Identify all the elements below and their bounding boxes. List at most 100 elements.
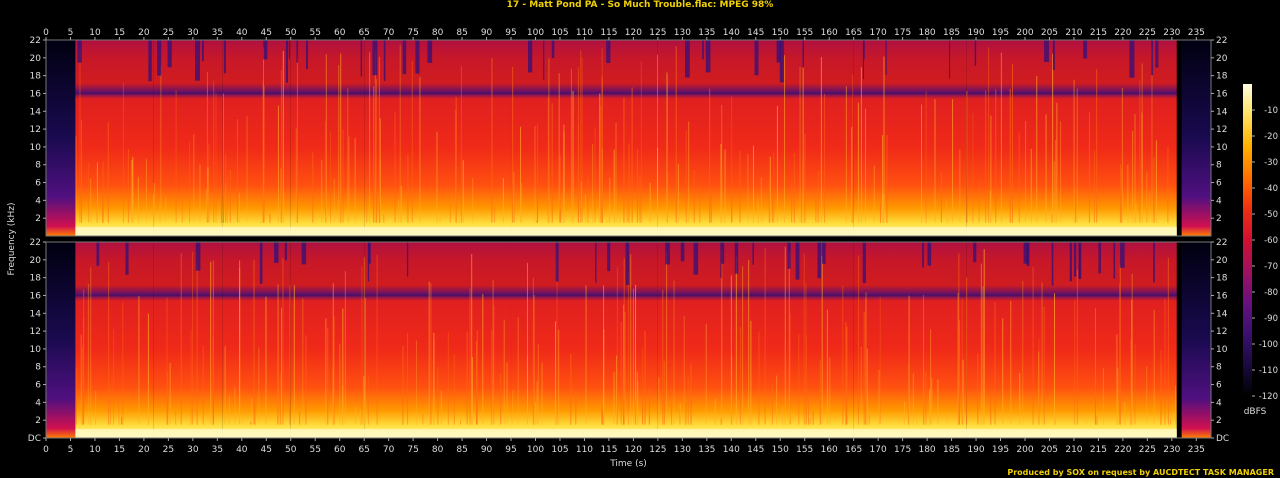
transient-line-left	[572, 90, 574, 223]
transient-line-left	[1088, 112, 1090, 223]
y-tick-label-right-left: 22	[1216, 36, 1227, 46]
transient-line-right	[537, 344, 539, 425]
transient-line-right	[845, 322, 847, 425]
transient-line-right	[662, 289, 664, 425]
transient-line-left	[793, 152, 795, 223]
transient-line-left	[338, 65, 340, 223]
hf-dropout-right	[1120, 242, 1125, 268]
transient-line-right	[1174, 385, 1176, 425]
transient-line-right	[980, 263, 982, 425]
transient-line-left	[213, 81, 215, 223]
transient-line-left	[860, 67, 862, 223]
transient-line-left	[995, 89, 997, 223]
hf-dropout-left	[754, 40, 759, 76]
colorbar-label: dBFS	[1244, 407, 1267, 417]
transient-line-right	[842, 285, 844, 425]
transient-line-right	[1119, 283, 1121, 425]
bass-band-left	[75, 227, 1177, 236]
transient-line-left	[145, 159, 147, 223]
transient-line-left	[226, 176, 228, 223]
transient-line-right	[344, 270, 346, 425]
colorbar-tick-label: -30	[1264, 158, 1278, 168]
transient-line-right	[1124, 402, 1126, 425]
transient-line-right	[81, 347, 83, 425]
transient-line-right	[961, 298, 963, 425]
transient-line-left	[222, 93, 224, 223]
transient-line-right	[1041, 282, 1043, 425]
transient-line-left	[348, 136, 350, 223]
x-tick-label-top: 30	[187, 28, 199, 38]
transient-line-left	[1146, 171, 1148, 223]
transient-line-left	[369, 52, 371, 223]
transient-line-right	[627, 271, 629, 425]
transient-line-right	[575, 392, 577, 425]
hf-dropout-right	[125, 242, 129, 275]
transient-line-right	[87, 284, 89, 425]
transient-line-right	[1085, 419, 1087, 425]
transient-line-right	[265, 296, 267, 425]
transient-line-right	[788, 251, 790, 425]
x-tick-label-top: 15	[114, 28, 125, 38]
transient-line-right	[212, 337, 214, 425]
transient-line-right	[1131, 273, 1133, 425]
transient-line-right	[1170, 419, 1172, 425]
colorbar-tick-label: -40	[1264, 184, 1278, 194]
transient-line-right	[109, 384, 111, 425]
x-tick-label-bottom: 10	[89, 445, 101, 455]
x-tick-label-top: 230	[1163, 28, 1180, 38]
transient-line-right	[447, 332, 449, 425]
transient-line-left	[449, 203, 451, 223]
transient-line-left	[280, 70, 282, 223]
spectrogram-svg: 2 24 46 68 810 1012 1214 1416 1618 1820 2022 22DC DC…	[7, 28, 1278, 469]
transient-line-left	[536, 220, 538, 223]
x-tick-label-top: 175	[894, 28, 911, 38]
transient-line-right	[113, 328, 115, 425]
transient-line-left	[277, 105, 279, 223]
x-tick-label-bottom: 210	[1065, 445, 1082, 455]
transient-line-left	[631, 87, 633, 223]
y-tick-label-left-right: 22	[30, 238, 41, 248]
x-tick-label-top: 220	[1114, 28, 1131, 38]
transient-line-left	[636, 148, 638, 223]
hf-dropout-right	[1113, 242, 1116, 279]
y-tick-label-right-left: 6	[1216, 179, 1222, 189]
y-tick-label-right-right: 20	[1216, 256, 1228, 266]
transient-line-left	[1075, 187, 1077, 223]
transient-line-right	[80, 334, 82, 425]
y-axis-label: Frequency (kHz)	[7, 202, 17, 275]
colorbar-tick-label: -20	[1264, 132, 1278, 142]
hf-dropout-left	[427, 40, 433, 63]
y-tick-label-right-right: 16	[1216, 291, 1228, 301]
transient-line-right	[253, 259, 255, 425]
transient-line-left	[952, 99, 954, 223]
y-tick-label-left-left: 12	[30, 125, 41, 135]
transient-line-left	[455, 97, 457, 223]
footer-credit: Produced by SOX on request by AUCDTECT T…	[1007, 468, 1274, 477]
transient-line-right	[860, 346, 862, 425]
transient-line-right	[683, 315, 685, 425]
transient-line-left	[560, 209, 562, 223]
transient-line-right	[293, 285, 295, 425]
hf-dropout-right	[927, 242, 932, 266]
hf-dropout-right	[1073, 242, 1077, 277]
x-tick-label-bottom: 105	[551, 445, 568, 455]
x-tick-label-top: 60	[334, 28, 346, 38]
transient-line-right	[929, 389, 931, 425]
bass-band-right	[75, 429, 1177, 438]
transient-line-left	[205, 188, 207, 223]
hf-dropout-right	[274, 242, 279, 263]
x-tick-label-top: 200	[1016, 28, 1033, 38]
x-tick-label-top: 160	[821, 28, 838, 38]
x-tick-label-top: 50	[285, 28, 297, 38]
transient-line-left	[460, 65, 462, 223]
transient-line-left	[1025, 121, 1027, 223]
y-tick-label-right-right: 22	[1216, 238, 1227, 248]
x-tick-label-bottom: 0	[43, 445, 49, 455]
transient-line-right	[826, 309, 828, 425]
transient-line-left	[675, 46, 677, 223]
transient-line-left	[747, 154, 749, 223]
x-tick-label-bottom: 50	[285, 445, 297, 455]
transient-line-right	[982, 286, 984, 425]
y-tick-label-left-right: 20	[30, 256, 42, 266]
transient-line-left	[1056, 102, 1058, 223]
